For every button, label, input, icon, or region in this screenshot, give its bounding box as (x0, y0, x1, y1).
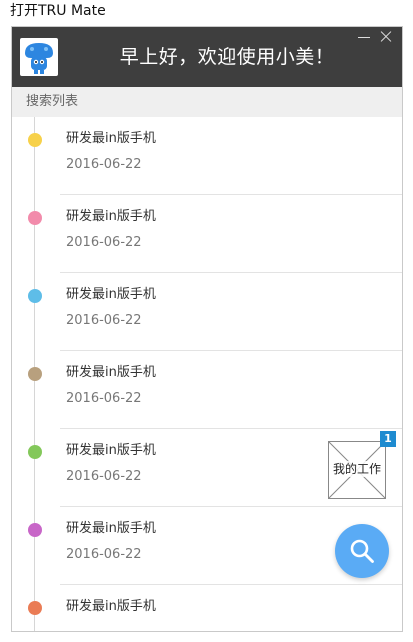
item-date: 2016-06-22 (66, 547, 142, 562)
close-icon[interactable] (378, 29, 394, 45)
header-bar: 早上好，欢迎使用小美！ (12, 27, 402, 87)
search-icon (350, 539, 374, 563)
notification-badge: 1 (380, 431, 396, 447)
search-button[interactable] (335, 524, 389, 578)
list-item[interactable]: 研发最in版手机 2016-06-22 (12, 273, 402, 351)
timeline-dot-icon (28, 601, 42, 615)
item-title: 研发最in版手机 (66, 521, 156, 536)
timeline-dot-icon (28, 133, 42, 147)
my-work-button[interactable]: 我的工作 (328, 441, 386, 499)
tru-mate-window: 早上好，欢迎使用小美！ 搜索列表 研发最in版手机 2016-06-22 研发最… (11, 26, 403, 632)
item-date: 2016-06-22 (66, 469, 142, 484)
item-date: 2016-06-22 (66, 313, 142, 328)
item-title: 研发最in版手机 (66, 599, 156, 614)
my-work-label: 我的工作 (329, 461, 385, 477)
item-date: 2016-06-22 (66, 157, 142, 172)
minimize-icon[interactable] (356, 29, 372, 45)
item-date: 2016-06-22 (66, 235, 142, 250)
item-title: 研发最in版手机 (66, 131, 156, 146)
greeting-text: 早上好，欢迎使用小美！ (119, 46, 335, 68)
item-title: 研发最in版手机 (66, 443, 156, 458)
list-item[interactable]: 研发最in版手机 (12, 585, 402, 631)
timeline-dot-icon (28, 523, 42, 537)
timeline-dot-icon (28, 445, 42, 459)
item-title: 研发最in版手机 (66, 365, 156, 380)
search-list-title: 搜索列表 (12, 87, 402, 117)
app-caption: 打开TRU Mate (10, 3, 106, 19)
item-title: 研发最in版手机 (66, 209, 156, 224)
timeline-dot-icon (28, 289, 42, 303)
robot-mascot-icon[interactable] (20, 38, 58, 76)
item-date: 2016-06-22 (66, 391, 142, 406)
timeline-dot-icon (28, 367, 42, 381)
list-item[interactable]: 研发最in版手机 2016-06-22 (12, 117, 402, 195)
list-item[interactable]: 研发最in版手机 2016-06-22 (12, 351, 402, 429)
list-item[interactable]: 研发最in版手机 2016-06-22 (12, 195, 402, 273)
item-title: 研发最in版手机 (66, 287, 156, 302)
timeline-dot-icon (28, 211, 42, 225)
